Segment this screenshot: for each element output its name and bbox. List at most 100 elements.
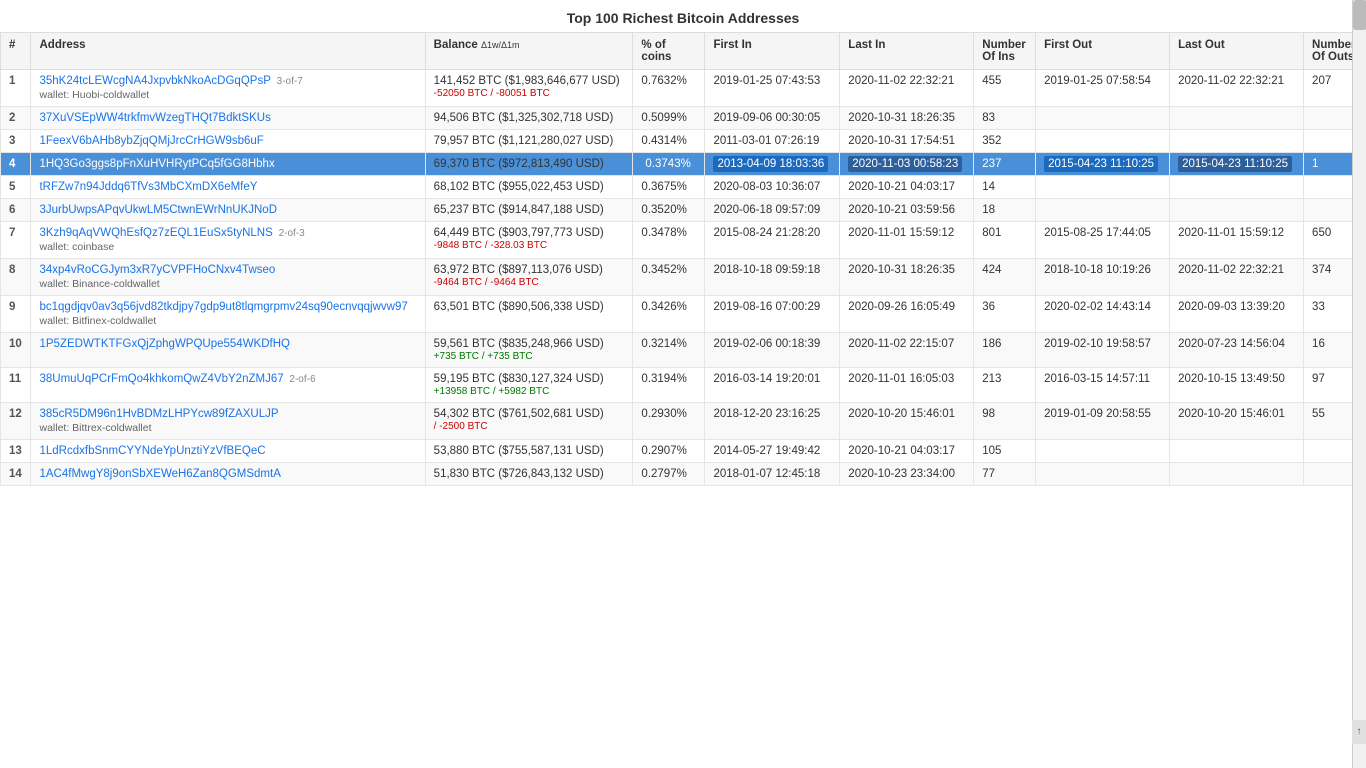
cell-last-in: 2020-10-31 17:54:51 bbox=[840, 130, 974, 153]
table-row: 237XuVSEpWW4trkfmvWzegTHQt7BdktSKUs94,50… bbox=[1, 107, 1366, 130]
col-num-ins: NumberOf Ins bbox=[974, 33, 1036, 70]
wallet-label: wallet: coinbase bbox=[39, 241, 416, 253]
cell-num-ins: 18 bbox=[974, 199, 1036, 222]
table-row: 131LdRcdxfbSnmCYYNdeYpUnztiYzVfBEQeC53,8… bbox=[1, 440, 1366, 463]
table-row: 135hK24tcLEWcgNA4JxpvbkNkoAcDGqQPsP 3-of… bbox=[1, 70, 1366, 107]
balance-change: / -2500 BTC bbox=[434, 421, 488, 432]
cell-first-out: 2015-04-23 11:10:25 bbox=[1036, 153, 1170, 176]
balance-btc: 69,370 BTC ($972,813,490 USD) bbox=[434, 158, 604, 170]
cell-num: 1 bbox=[1, 70, 31, 107]
cell-pct: 0.5099% bbox=[633, 107, 705, 130]
cell-last-out: 2020-09-03 13:39:20 bbox=[1170, 296, 1304, 333]
cell-balance: 79,957 BTC ($1,121,280,027 USD) bbox=[425, 130, 633, 153]
cell-last-out: 2020-10-20 15:46:01 bbox=[1170, 403, 1304, 440]
cell-address: 1LdRcdxfbSnmCYYNdeYpUnztiYzVfBEQeC bbox=[31, 440, 425, 463]
cell-last-in: 2020-10-31 18:26:35 bbox=[840, 107, 974, 130]
cell-balance: 63,501 BTC ($890,506,338 USD) bbox=[425, 296, 633, 333]
cell-first-out: 2019-02-10 19:58:57 bbox=[1036, 333, 1170, 368]
cell-last-in: 2020-10-20 15:46:01 bbox=[840, 403, 974, 440]
address-link[interactable]: 1LdRcdxfbSnmCYYNdeYpUnztiYzVfBEQeC bbox=[39, 445, 265, 457]
cell-pct: 0.2907% bbox=[633, 440, 705, 463]
cell-num: 5 bbox=[1, 176, 31, 199]
address-link[interactable]: 1HQ3Go3ggs8pFnXuHVHRytPCq5fGG8Hbhx bbox=[39, 158, 274, 170]
balance-change: -52050 BTC / -80051 BTC bbox=[434, 88, 550, 99]
cell-first-out bbox=[1036, 130, 1170, 153]
cell-first-out: 2018-10-18 10:19:26 bbox=[1036, 259, 1170, 296]
scroll-up-arrow[interactable]: ↑ bbox=[1352, 720, 1366, 744]
balance-btc: 63,501 BTC ($890,506,338 USD) bbox=[434, 301, 604, 313]
cell-last-in: 2020-11-01 16:05:03 bbox=[840, 368, 974, 403]
balance-btc: 141,452 BTC ($1,983,646,677 USD) bbox=[434, 75, 620, 87]
cell-num-ins: 424 bbox=[974, 259, 1036, 296]
cell-num: 10 bbox=[1, 333, 31, 368]
balance-change: +13958 BTC / +5982 BTC bbox=[434, 386, 550, 397]
cell-first-out: 2019-01-25 07:58:54 bbox=[1036, 70, 1170, 107]
cell-num: 6 bbox=[1, 199, 31, 222]
address-link[interactable]: 3JurbUwpsAPqvUkwLM5CtwnEWrNnUKJNoD bbox=[39, 204, 277, 216]
cell-address: 385cR5DM96n1HvBDMzLHPYcw89fZAXULJPwallet… bbox=[31, 403, 425, 440]
cell-balance: 51,830 BTC ($726,843,132 USD) bbox=[425, 463, 633, 486]
last-in-highlight: 2020-11-03 00:58:23 bbox=[848, 156, 962, 172]
cell-num: 7 bbox=[1, 222, 31, 259]
table-row: 31FeexV6bAHb8ybZjqQMjJrcCrHGW9sb6uF79,95… bbox=[1, 130, 1366, 153]
table-row: 63JurbUwpsAPqvUkwLM5CtwnEWrNnUKJNoD65,23… bbox=[1, 199, 1366, 222]
last-out-highlight: 2015-04-23 11:10:25 bbox=[1178, 156, 1292, 172]
balance-change: -9464 BTC / -9464 BTC bbox=[434, 277, 539, 288]
cell-address: 1FeexV6bAHb8ybZjqQMjJrcCrHGW9sb6uF bbox=[31, 130, 425, 153]
cell-pct: 0.4314% bbox=[633, 130, 705, 153]
address-link[interactable]: 3Kzh9qAqVWQhEsfQz7zEQL1EuSx5tyNLNS bbox=[39, 227, 272, 239]
cell-num-ins: 352 bbox=[974, 130, 1036, 153]
table-header-row: # Address Balance Δ1w/Δ1m % ofcoins Firs… bbox=[1, 33, 1366, 70]
balance-btc: 51,830 BTC ($726,843,132 USD) bbox=[434, 468, 604, 480]
cell-first-out bbox=[1036, 440, 1170, 463]
cell-last-out bbox=[1170, 440, 1304, 463]
cell-address: 37XuVSEpWW4trkfmvWzegTHQt7BdktSKUs bbox=[31, 107, 425, 130]
address-link[interactable]: 1FeexV6bAHb8ybZjqQMjJrcCrHGW9sb6uF bbox=[39, 135, 263, 147]
col-balance: Balance Δ1w/Δ1m bbox=[425, 33, 633, 70]
table-row: 9bc1qgdjqv0av3q56jvd82tkdjpy7gdp9ut8tlqm… bbox=[1, 296, 1366, 333]
address-link[interactable]: 35hK24tcLEWcgNA4JxpvbkNkoAcDGqQPsP bbox=[39, 75, 270, 87]
cell-num-ins: 36 bbox=[974, 296, 1036, 333]
cell-pct: 0.3520% bbox=[633, 199, 705, 222]
wallet-label: wallet: Bitfinex-coldwallet bbox=[39, 315, 416, 327]
cell-num-ins: 77 bbox=[974, 463, 1036, 486]
address-link[interactable]: 1P5ZEDWTKTFGxQjZphgWPQUpe554WKDfHQ bbox=[39, 338, 290, 350]
col-pct: % ofcoins bbox=[633, 33, 705, 70]
address-link[interactable]: bc1qgdjqv0av3q56jvd82tkdjpy7gdp9ut8tlqmg… bbox=[39, 301, 407, 313]
cell-address: 3Kzh9qAqVWQhEsfQz7zEQL1EuSx5tyNLNS 2-of-… bbox=[31, 222, 425, 259]
cell-balance: 69,370 BTC ($972,813,490 USD) bbox=[425, 153, 633, 176]
cell-balance: 94,506 BTC ($1,325,302,718 USD) bbox=[425, 107, 633, 130]
table-row: 73Kzh9qAqVWQhEsfQz7zEQL1EuSx5tyNLNS 2-of… bbox=[1, 222, 1366, 259]
balance-btc: 94,506 BTC ($1,325,302,718 USD) bbox=[434, 112, 614, 124]
address-link[interactable]: 1AC4fMwgY8j9onSbXEWeH6Zan8QGMSdmtA bbox=[39, 468, 280, 480]
cell-first-in: 2016-03-14 19:20:01 bbox=[705, 368, 840, 403]
cell-pct: 0.7632% bbox=[633, 70, 705, 107]
cell-num-ins: 213 bbox=[974, 368, 1036, 403]
address-link[interactable]: 37XuVSEpWW4trkfmvWzegTHQt7BdktSKUs bbox=[39, 112, 270, 124]
address-link[interactable]: 34xp4vRoCGJym3xR7yCVPFHoCNxv4Twseo bbox=[39, 264, 275, 276]
balance-btc: 59,561 BTC ($835,248,966 USD) bbox=[434, 338, 604, 350]
cell-first-in: 2018-01-07 12:45:18 bbox=[705, 463, 840, 486]
cell-last-out bbox=[1170, 463, 1304, 486]
cell-address: 34xp4vRoCGJym3xR7yCVPFHoCNxv4Twseowallet… bbox=[31, 259, 425, 296]
cell-num-ins: 186 bbox=[974, 333, 1036, 368]
cell-num-ins: 237 bbox=[974, 153, 1036, 176]
address-link[interactable]: tRFZw7n94Jddq6TfVs3MbCXmDX6eMfeY bbox=[39, 181, 257, 193]
richest-addresses-table: # Address Balance Δ1w/Δ1m % ofcoins Firs… bbox=[0, 32, 1366, 486]
cell-first-out: 2016-03-15 14:57:11 bbox=[1036, 368, 1170, 403]
cell-last-out: 2020-07-23 14:56:04 bbox=[1170, 333, 1304, 368]
cell-last-in: 2020-10-21 04:03:17 bbox=[840, 440, 974, 463]
balance-change: -9848 BTC / -328.03 BTC bbox=[434, 240, 547, 251]
scrollbar-thumb[interactable] bbox=[1353, 0, 1366, 30]
address-link[interactable]: 385cR5DM96n1HvBDMzLHPYcw89fZAXULJP bbox=[39, 408, 278, 420]
cell-first-in: 2018-12-20 23:16:25 bbox=[705, 403, 840, 440]
address-link[interactable]: 38UmuUqPCrFmQo4khkomQwZ4VbY2nZMJ67 bbox=[39, 373, 283, 385]
cell-first-out: 2019-01-09 20:58:55 bbox=[1036, 403, 1170, 440]
cell-last-in: 2020-09-26 16:05:49 bbox=[840, 296, 974, 333]
cell-last-out: 2020-11-02 22:32:21 bbox=[1170, 70, 1304, 107]
cell-last-in: 2020-11-02 22:15:07 bbox=[840, 333, 974, 368]
balance-btc: 54,302 BTC ($761,502,681 USD) bbox=[434, 408, 604, 420]
cell-balance: 54,302 BTC ($761,502,681 USD)/ -2500 BTC bbox=[425, 403, 633, 440]
scrollbar[interactable]: ↑ bbox=[1352, 0, 1366, 768]
cell-address: 35hK24tcLEWcgNA4JxpvbkNkoAcDGqQPsP 3-of-… bbox=[31, 70, 425, 107]
